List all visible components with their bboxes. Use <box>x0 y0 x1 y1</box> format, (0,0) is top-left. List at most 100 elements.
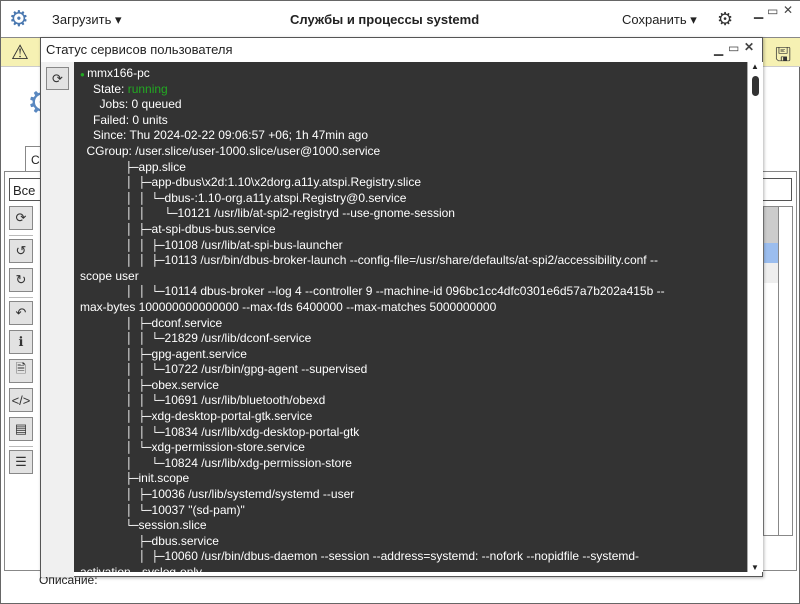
dialog-close-button[interactable]: ✕ <box>744 40 754 54</box>
user-services-status-dialog: Статус сервисов пользователя ▁ ▭ ✕ ⟳ ● m… <box>40 37 763 577</box>
output-line: ├─dbus.service <box>74 534 747 550</box>
tree-prefix: │ │ └─ <box>80 332 165 346</box>
tree-prefix <box>80 129 93 142</box>
main-window: ⚙ Загрузить ▾ Службы и процессы systemd … <box>0 0 800 604</box>
tree-prefix: │ └─ <box>80 441 152 455</box>
line-text: Jobs: 0 queued <box>99 97 182 112</box>
tree-prefix <box>80 83 93 96</box>
tab-label: С <box>31 153 40 167</box>
line-text: 10834 /usr/lib/xdg-desktop-portal-gtk <box>164 424 360 439</box>
line-text: init.scope <box>138 471 190 486</box>
output-line: │ ├─obex.service <box>74 378 747 394</box>
output-line: │ ├─at-spi-dbus-bus.service <box>74 222 747 238</box>
line-text: 10691 /usr/lib/bluetooth/obexd <box>164 393 326 408</box>
load-menu[interactable]: Загрузить ▾ <box>52 12 122 28</box>
document-button[interactable]: 🗎 <box>9 359 33 383</box>
line-text: mmx166-pc <box>87 66 150 80</box>
info-button[interactable]: ℹ <box>9 330 33 354</box>
tree-prefix: │ ├─ <box>80 347 152 361</box>
tree-prefix <box>80 114 93 127</box>
reload-button[interactable]: ↻ <box>9 268 33 292</box>
tree-prefix: │ ├─ <box>80 222 152 236</box>
tree-prefix: │ │ └─ <box>80 363 165 377</box>
output-line: │ │ └─10722 /usr/bin/gpg-agent --supervi… <box>74 362 747 378</box>
tree-prefix: │ │ └─ <box>80 425 165 439</box>
line-text: session.slice <box>138 518 207 533</box>
line-text: 21829 /usr/lib/dconf-service <box>164 331 312 346</box>
output-line: │ ├─dconf.service <box>74 316 747 332</box>
output-line: │ │ └─dbus-:1.10-org.a11y.atspi.Registry… <box>74 191 747 207</box>
line-text: Failed: 0 units <box>93 112 168 127</box>
maximize-button[interactable]: ▭ <box>767 4 778 18</box>
tree-prefix: │ ├─ <box>80 176 152 190</box>
tree-prefix: └─ <box>80 519 139 533</box>
save-menu[interactable]: Сохранить ▾ <box>622 12 697 28</box>
line-text: 10121 /usr/lib/at-spi2-registryd --use-g… <box>177 206 455 221</box>
scroll-down-icon[interactable]: ▼ <box>751 563 759 572</box>
output-line: CGroup: /user.slice/user-1000.slice/user… <box>74 144 747 160</box>
filter-field-right[interactable] <box>761 178 792 201</box>
load-label: Загрузить <box>52 12 112 27</box>
undo-button[interactable]: ↶ <box>9 301 33 325</box>
line-text: 10036 /usr/lib/systemd/systemd --user <box>151 487 355 502</box>
save-disk-icon[interactable]: 🖫 <box>775 41 791 73</box>
output-line: │ │ ├─10108 /usr/lib/at-spi-bus-launcher <box>74 238 747 254</box>
output-line: Jobs: 0 queued <box>74 97 747 113</box>
list-button[interactable]: ☰ <box>9 450 33 474</box>
scroll-up-icon[interactable]: ▲ <box>751 62 759 71</box>
dialog-title: Статус сервисов пользователя <box>46 42 233 57</box>
output-scrollbar[interactable]: ▲ ▼ <box>747 62 763 572</box>
close-button[interactable]: ✕ <box>783 3 793 17</box>
divider <box>9 446 33 447</box>
filter-value: Все <box>13 183 36 198</box>
tree-prefix: ├─ <box>80 160 139 174</box>
dialog-maximize-button[interactable]: ▭ <box>728 41 739 55</box>
output-line: │ └─10037 "(sd-pam)" <box>74 503 747 519</box>
dialog-refresh-button[interactable]: ⟳ <box>46 67 69 90</box>
line-text: at-spi-dbus-bus.service <box>151 221 276 236</box>
dialog-minimize-button[interactable]: ▁ <box>714 42 723 56</box>
status-dot-icon: ● <box>80 70 88 79</box>
refresh-button[interactable]: ⟳ <box>9 206 33 230</box>
line-text: app-dbus\x2d:1.10\x2dorg.a11y.atspi.Regi… <box>151 175 421 190</box>
tree-prefix: │ └─ <box>80 503 152 517</box>
minimize-button[interactable]: ▁ <box>754 5 763 19</box>
tree-prefix <box>80 98 100 111</box>
tree-prefix: │ │ ├─ <box>80 254 165 268</box>
output-line: max-bytes 100000000000000 --max-fds 6400… <box>74 300 747 316</box>
tree-prefix: │ ├─ <box>80 550 165 564</box>
tree-prefix: │ │ ├─ <box>80 238 165 252</box>
line-text: 10037 "(sd-pam)" <box>151 502 245 517</box>
log-window-button[interactable]: ▤ <box>9 417 33 441</box>
output-line: Since: Thu 2024-02-22 09:06:57 +06; 1h 4… <box>74 128 747 144</box>
divider <box>9 297 33 298</box>
restart-history-button[interactable]: ↺ <box>9 239 33 263</box>
tree-prefix: ├─ <box>80 534 152 548</box>
line-text: gpg-agent.service <box>151 346 247 361</box>
dialog-sidebar: ⟳ <box>41 62 74 577</box>
scroll-thumb[interactable] <box>752 76 759 96</box>
line-text: max-bytes 100000000000000 --max-fds 6400… <box>80 299 497 314</box>
line-text: 10108 /usr/lib/at-spi-bus-launcher <box>164 237 343 252</box>
output-line: │ └─xdg-permission-store.service <box>74 440 747 456</box>
window-title: Службы и процессы systemd <box>290 12 480 27</box>
output-line: │ ├─10060 /usr/bin/dbus-daemon --session… <box>74 549 747 565</box>
code-file-button[interactable]: </> <box>9 388 33 412</box>
output-line: │ │ └─21829 /usr/lib/dconf-service <box>74 331 747 347</box>
state-label: State: <box>93 81 128 96</box>
line-text: dbus.service <box>151 533 219 548</box>
output-line: │ │ └─10834 /usr/lib/xdg-desktop-portal-… <box>74 425 747 441</box>
output-line: │ │ ├─10113 /usr/bin/dbus-broker-launch … <box>74 253 747 269</box>
settings-gear-icon[interactable]: ⚙ <box>717 9 733 30</box>
output-line: ├─init.scope <box>74 471 747 487</box>
services-list[interactable] <box>763 206 793 536</box>
list-scrollbar[interactable] <box>778 207 792 535</box>
save-label: Сохранить <box>622 12 687 27</box>
line-text: dbus-:1.10-org.a11y.atspi.Registry@0.ser… <box>164 190 407 205</box>
output-line: │ │ └─10121 /usr/lib/at-spi2-registryd -… <box>74 206 747 222</box>
divider <box>9 235 33 236</box>
line-text: dconf.service <box>151 315 223 330</box>
tree-prefix: │ │ └─ <box>80 285 165 299</box>
tree-prefix: │ ├─ <box>80 410 152 424</box>
output-line: └─session.slice <box>74 518 747 534</box>
